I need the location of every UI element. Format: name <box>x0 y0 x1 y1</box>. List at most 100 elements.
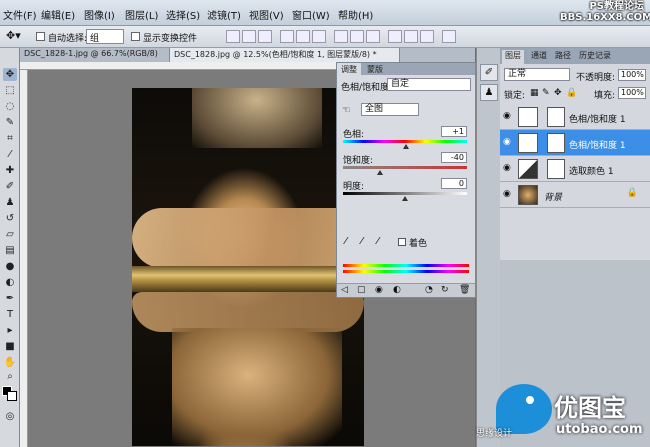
saturation-slider-track[interactable] <box>343 166 467 169</box>
layer-row[interactable]: ◉ 色相/饱和度 1 <box>500 104 650 130</box>
visibility-eye-icon[interactable]: ◉ <box>503 189 511 199</box>
layer-row[interactable]: ◉ 色相/饱和度 1 <box>500 130 650 156</box>
toggle-visibility-icon[interactable]: ◐ <box>393 285 401 295</box>
menu-window[interactable]: 窗口(W) <box>292 7 330 22</box>
hue-slider-thumb[interactable] <box>402 144 409 149</box>
path-select-tool-icon[interactable]: ▸ <box>3 324 17 337</box>
lock-image-icon[interactable]: ✎ <box>542 88 550 98</box>
layer-mask-thumbnail[interactable] <box>547 107 565 127</box>
menu-image[interactable]: 图像(I) <box>84 7 115 22</box>
reset-icon[interactable]: ↻ <box>441 285 449 295</box>
pen-tool-icon[interactable]: ✒ <box>3 292 17 305</box>
visibility-eye-icon[interactable]: ◉ <box>503 163 511 173</box>
view-previous-icon[interactable]: ◔ <box>425 285 433 295</box>
menu-file[interactable]: 文件(F) <box>3 7 37 22</box>
doc-tab-1[interactable]: DSC_1828-1.jpg @ 66.7%(RGB/8) <box>20 48 170 62</box>
blur-tool-icon[interactable]: ● <box>3 260 17 273</box>
lock-all-icon[interactable]: 🔒 <box>566 88 577 98</box>
align-bottom-icon[interactable] <box>258 30 272 43</box>
shape-tool-icon[interactable]: ■ <box>3 340 17 353</box>
saturation-input[interactable]: -40 <box>441 152 467 163</box>
return-to-list-icon[interactable]: ◁ <box>341 285 348 295</box>
fill-input[interactable]: 100% <box>618 87 646 99</box>
menu-filter[interactable]: 滤镜(T) <box>207 7 241 22</box>
visibility-eye-icon[interactable]: ◉ <box>503 111 511 121</box>
layer-mask-thumbnail[interactable] <box>547 133 565 153</box>
quick-select-tool-icon[interactable]: ✎ <box>3 116 17 129</box>
distribute-left-icon[interactable] <box>388 30 402 43</box>
tab-history[interactable]: 历史记录 <box>576 50 614 61</box>
channel-dropdown[interactable]: 全图 <box>361 103 419 116</box>
delete-adjustment-icon[interactable]: 🗑 <box>459 285 470 295</box>
align-center-icon[interactable] <box>296 30 310 43</box>
menu-view[interactable]: 视图(V) <box>249 7 284 22</box>
brush-tool-icon[interactable]: ✐ <box>3 180 17 193</box>
lasso-tool-icon[interactable]: ◌ <box>3 100 17 113</box>
distribute-top-icon[interactable] <box>334 30 348 43</box>
hand-tool-icon[interactable]: ✋ <box>3 356 17 369</box>
tab-masks[interactable]: 蒙版 <box>363 63 387 75</box>
layer-mask-thumbnail[interactable] <box>547 159 565 179</box>
tab-adjustments[interactable]: 调整 <box>337 63 361 75</box>
move-tool-icon[interactable]: ✥▾ <box>6 29 21 42</box>
brush-panel-icon[interactable]: ✐ <box>480 64 498 81</box>
distribute-center-icon[interactable] <box>404 30 418 43</box>
crop-tool-icon[interactable]: ⌗ <box>3 132 17 145</box>
healing-brush-tool-icon[interactable]: ✚ <box>3 164 17 177</box>
gradient-tool-icon[interactable]: ▤ <box>3 244 17 257</box>
menu-help[interactable]: 帮助(H) <box>338 7 373 22</box>
eyedropper-plus-icon[interactable]: ⁄ <box>361 236 363 247</box>
auto-align-icon[interactable] <box>442 30 456 43</box>
align-right-icon[interactable] <box>312 30 326 43</box>
tab-channels[interactable]: 通道 <box>528 50 550 61</box>
tab-layers[interactable]: 图层 <box>502 50 524 64</box>
saturation-slider-thumb[interactable] <box>377 170 384 175</box>
lightness-slider-track[interactable] <box>343 192 467 195</box>
clone-stamp-tool-icon[interactable]: ♟ <box>3 196 17 209</box>
document-image[interactable] <box>132 88 364 446</box>
clip-to-layer-icon[interactable]: ◉ <box>375 285 383 295</box>
dodge-tool-icon[interactable]: ◐ <box>3 276 17 289</box>
align-top-icon[interactable] <box>226 30 240 43</box>
quick-mask-icon[interactable]: ◎ <box>3 410 17 423</box>
zoom-tool-icon[interactable]: ⌕ <box>3 370 17 383</box>
menu-edit[interactable]: 编辑(E) <box>41 7 75 22</box>
hue-slider-track[interactable] <box>343 140 467 143</box>
lock-transparent-icon[interactable]: ▦ <box>530 88 539 98</box>
auto-select-dropdown[interactable]: 组 <box>86 29 124 44</box>
eyedropper-icon[interactable]: ⁄ <box>345 236 347 247</box>
eyedropper-minus-icon[interactable]: ⁄ <box>377 236 379 247</box>
history-brush-tool-icon[interactable]: ↺ <box>3 212 17 225</box>
blend-mode-dropdown[interactable]: 正常 <box>504 68 570 81</box>
auto-select-checkbox[interactable] <box>36 32 45 41</box>
distribute-bottom-icon[interactable] <box>366 30 380 43</box>
preset-dropdown[interactable]: 自定 <box>387 78 471 91</box>
layer-row[interactable]: ◉ 选取颜色 1 <box>500 156 650 182</box>
layer-row[interactable]: ◉ 背景 🔒 <box>500 182 650 208</box>
opacity-input[interactable]: 100% <box>618 69 646 81</box>
lightness-slider-thumb[interactable] <box>402 196 408 201</box>
distribute-right-icon[interactable] <box>420 30 434 43</box>
doc-tab-2[interactable]: DSC_1828.jpg @ 12.5%(色相/饱和度 1, 图层蒙版/8) * <box>170 48 400 62</box>
background-color-swatch[interactable] <box>7 391 17 401</box>
colorize-checkbox[interactable] <box>398 238 406 246</box>
clone-source-panel-icon[interactable]: ♟ <box>480 84 498 101</box>
distribute-middle-icon[interactable] <box>350 30 364 43</box>
visibility-eye-icon[interactable]: ◉ <box>503 137 511 147</box>
lightness-input[interactable]: 0 <box>441 178 467 189</box>
hue-input[interactable]: +1 <box>441 126 467 137</box>
tab-paths[interactable]: 路径 <box>552 50 574 61</box>
expand-view-icon[interactable]: ▢ <box>357 285 366 295</box>
lock-position-icon[interactable]: ✥ <box>554 88 562 98</box>
on-image-adjust-icon[interactable]: ☜ <box>342 105 351 116</box>
type-tool-icon[interactable]: T <box>3 308 17 321</box>
align-left-icon[interactable] <box>280 30 294 43</box>
eyedropper-tool-icon[interactable]: ⁄ <box>3 148 17 161</box>
menu-layer[interactable]: 图层(L) <box>125 7 158 22</box>
align-middle-icon[interactable] <box>242 30 256 43</box>
eraser-tool-icon[interactable]: ▱ <box>3 228 17 241</box>
move-tool-icon[interactable]: ✥ <box>3 68 17 81</box>
show-transform-checkbox[interactable] <box>131 32 140 41</box>
marquee-tool-icon[interactable]: ⬚ <box>3 84 17 97</box>
menu-select[interactable]: 选择(S) <box>166 7 200 22</box>
